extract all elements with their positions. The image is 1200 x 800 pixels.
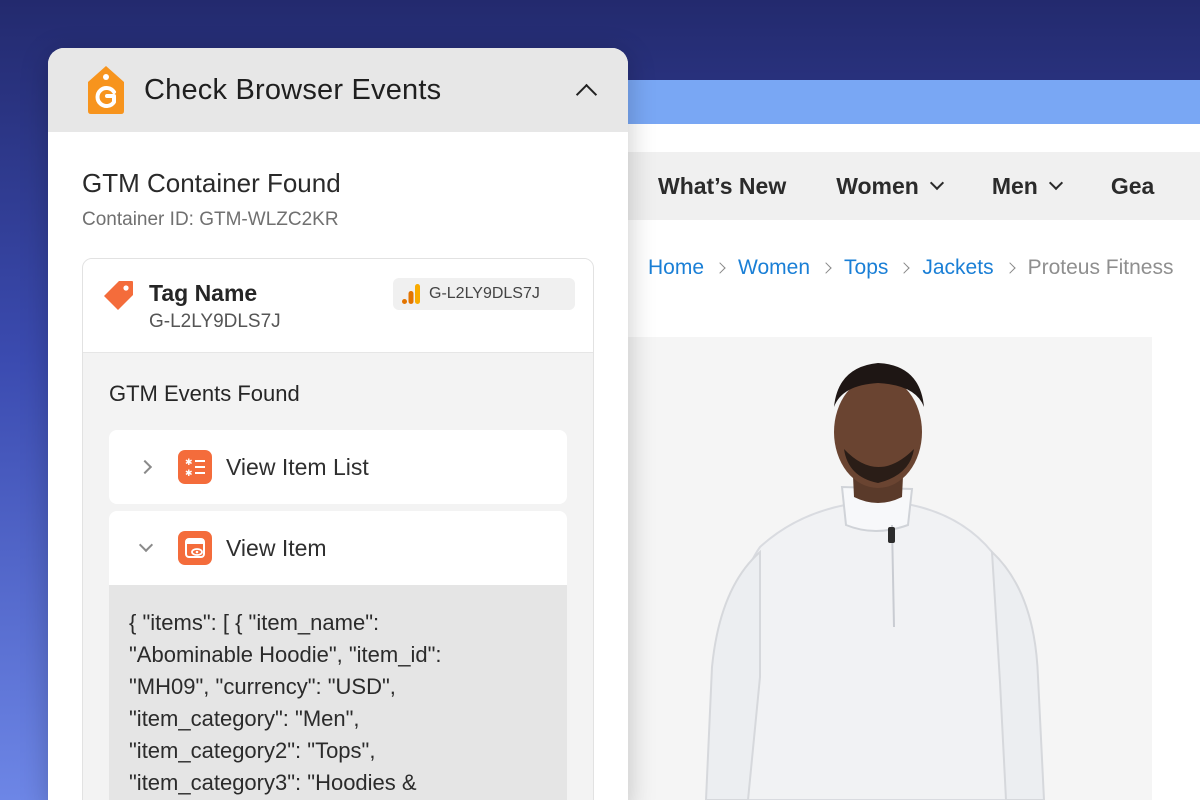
ga4-measurement-badge: G-L2LY9DLS7J xyxy=(393,278,575,310)
nav-item-whats-new[interactable]: What’s New xyxy=(658,173,786,200)
breadcrumb: Home Women Tops Jackets Proteus Fitness xyxy=(648,256,1173,280)
container-found-heading: GTM Container Found xyxy=(82,168,341,198)
svg-text:✱: ✱ xyxy=(185,469,193,478)
nav-item-men[interactable]: Men xyxy=(992,173,1063,200)
breadcrumb-separator-icon xyxy=(714,262,726,274)
browser-toolbar xyxy=(600,80,1200,124)
gtm-checker-panel: Check Browser Events GTM Container Found… xyxy=(48,48,628,800)
gtm-tag-logo-icon xyxy=(88,66,124,114)
collapse-panel-button[interactable] xyxy=(570,74,602,106)
tag-name-label: Tag Name xyxy=(149,280,258,306)
breadcrumb-link-home[interactable]: Home xyxy=(648,256,704,280)
event-payload-json: { "items": [ { "item_name": "Abominable … xyxy=(129,610,442,795)
breadcrumb-link-women[interactable]: Women xyxy=(738,256,810,280)
ga4-badge-text: G-L2LY9DLS7J xyxy=(429,285,540,302)
tag-icon xyxy=(104,281,133,310)
panel-title: Check Browser Events xyxy=(144,73,442,106)
breadcrumb-separator-icon xyxy=(820,262,832,274)
svg-text:✱: ✱ xyxy=(185,458,193,468)
event-row-view-item[interactable]: View Item xyxy=(109,511,567,585)
breadcrumb-current: Proteus Fitness xyxy=(1027,256,1174,279)
breadcrumb-link-tops[interactable]: Tops xyxy=(844,256,888,280)
view-icon xyxy=(178,531,212,565)
panel-header: Check Browser Events xyxy=(48,48,628,132)
chevron-down-icon xyxy=(929,175,944,191)
tag-card: Tag Name G-L2LY9DLS7J G-L2LY9DLS7J GTM E… xyxy=(82,258,594,800)
product-image xyxy=(620,337,1152,800)
list-icon: ✱ ✱ xyxy=(178,450,212,484)
google-analytics-icon xyxy=(402,284,420,304)
breadcrumb-separator-icon xyxy=(898,262,911,274)
site-main-nav: What’s New Women Men Gea xyxy=(600,152,1200,220)
container-id-text: Container ID: GTM-WLZC2KR xyxy=(82,209,339,230)
event-payload-box: { "items": [ { "item_name": "Abominable … xyxy=(109,585,567,800)
chevron-right-icon xyxy=(137,459,153,475)
model-photo-illustration xyxy=(704,363,1046,800)
events-found-heading: GTM Events Found xyxy=(109,381,300,406)
tag-card-header: Tag Name G-L2LY9DLS7J G-L2LY9DLS7J xyxy=(83,259,593,353)
event-label: View Item xyxy=(226,534,327,561)
breadcrumb-link-jackets[interactable]: Jackets xyxy=(922,256,993,280)
tag-name-value: G-L2LY9DLS7J xyxy=(149,311,281,332)
nav-item-gear[interactable]: Gea xyxy=(1111,173,1154,200)
chevron-up-icon xyxy=(575,83,597,105)
event-row-view-item-list[interactable]: ✱ ✱ View Item List xyxy=(109,430,567,504)
breadcrumb-separator-icon xyxy=(1003,262,1016,274)
chevron-down-icon xyxy=(138,537,154,553)
chevron-down-icon xyxy=(1048,175,1063,191)
nav-item-women[interactable]: Women xyxy=(836,173,944,200)
event-label: View Item List xyxy=(226,453,369,480)
storefront-browser-window: What’s New Women Men Gea Home Women Tops… xyxy=(600,80,1200,800)
